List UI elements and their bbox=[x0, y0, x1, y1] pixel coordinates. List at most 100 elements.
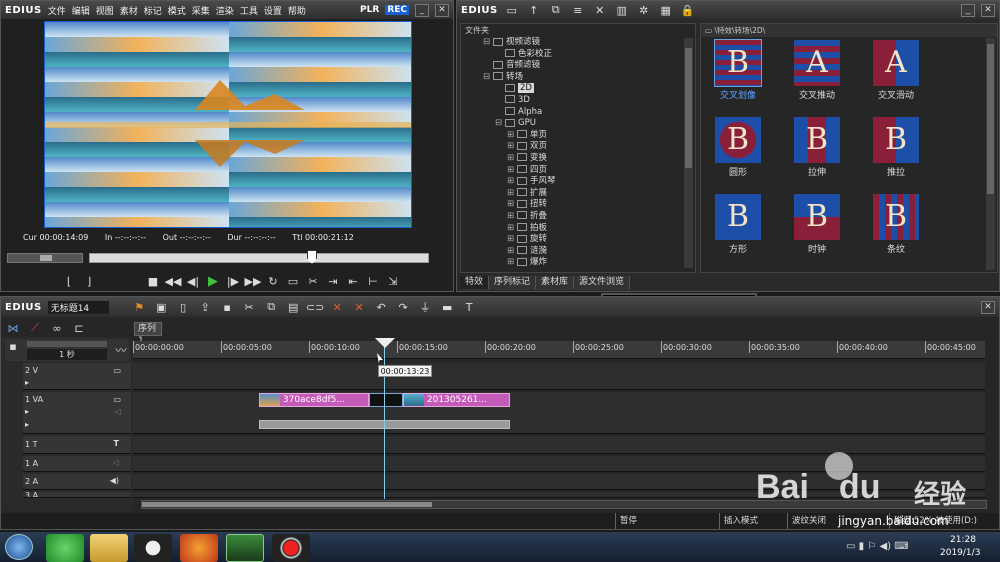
tree-item[interactable]: 色彩校正 bbox=[483, 49, 695, 61]
loop-icon[interactable]: ↻ bbox=[265, 274, 281, 288]
tree-item[interactable]: ⊞ 折叠 bbox=[483, 211, 695, 223]
insert-icon[interactable]: ⇥ bbox=[325, 274, 341, 288]
scissors-icon[interactable]: ✂ bbox=[305, 274, 321, 288]
tree-item[interactable]: ⊞ 爆炸 bbox=[483, 257, 695, 269]
zoom-value[interactable]: 1 秒 bbox=[27, 349, 107, 360]
effect-thumbnail[interactable]: B bbox=[714, 39, 762, 87]
copy-icon[interactable]: ⧉ bbox=[263, 300, 279, 314]
output-icon[interactable]: ▭ bbox=[285, 274, 301, 288]
properties-icon[interactable]: ▥ bbox=[614, 3, 630, 17]
text-icon[interactable]: T bbox=[461, 300, 477, 314]
paste-icon[interactable]: ▤ bbox=[285, 300, 301, 314]
track-va1[interactable]: 370ace8df5... 201305261... bbox=[133, 392, 985, 434]
tree-expander-icon[interactable]: ⊞ bbox=[507, 130, 517, 142]
tree-scrollbar[interactable] bbox=[684, 38, 693, 268]
tree-item[interactable]: 2D bbox=[483, 83, 695, 95]
tree-expander-icon[interactable]: ⊞ bbox=[507, 223, 517, 235]
clock-time[interactable]: 21:28 bbox=[950, 535, 976, 545]
effect-label[interactable]: 圆形 bbox=[703, 165, 773, 178]
library-tab[interactable]: 序列标记 bbox=[489, 276, 537, 289]
set-in-icon[interactable]: ⌊ bbox=[61, 274, 77, 288]
mode-icon[interactable]: ⚑ bbox=[131, 300, 147, 314]
grid-view-icon[interactable]: ▦ bbox=[658, 3, 674, 17]
track-header-va1[interactable]: 1 VA ▭ ▸ ◁ ▸ bbox=[23, 392, 131, 434]
tree-expander-icon[interactable]: ⊞ bbox=[507, 141, 517, 153]
menu-item[interactable]: 帮助 bbox=[288, 7, 306, 17]
export-icon[interactable]: ⇲ bbox=[385, 274, 401, 288]
effect-thumbnail[interactable]: B bbox=[715, 117, 761, 163]
jog-slider[interactable] bbox=[7, 253, 83, 263]
tree-item[interactable]: ⊞ 四页 bbox=[483, 165, 695, 177]
track-monitor-icon[interactable]: ▭ bbox=[113, 366, 121, 375]
start-button[interactable] bbox=[5, 534, 33, 560]
tree-item[interactable]: ⊞ 手风琴 bbox=[483, 176, 695, 188]
snap-icon[interactable]: ⟋ bbox=[27, 321, 43, 335]
menu-item[interactable]: 素材 bbox=[120, 7, 138, 17]
tree-item[interactable]: ⊞ 拍板 bbox=[483, 223, 695, 235]
effect-label[interactable]: 时钟 bbox=[782, 242, 852, 255]
rewind-icon[interactable]: ◀◀ bbox=[165, 274, 182, 288]
track-v2[interactable] bbox=[133, 363, 985, 390]
firefox-icon[interactable] bbox=[180, 534, 218, 562]
clip-2[interactable]: 201305261... bbox=[403, 393, 510, 407]
effect-label[interactable]: 交叉推动 bbox=[782, 88, 852, 101]
overwrite-icon[interactable]: ⇤ bbox=[345, 274, 361, 288]
tree-item[interactable]: ⊞ 双页 bbox=[483, 141, 695, 153]
track-header-v2[interactable]: 2 V ▭ ▸ bbox=[23, 363, 131, 390]
render-icon[interactable]: ▬ bbox=[439, 300, 455, 314]
effect-label[interactable]: 方形 bbox=[703, 242, 773, 255]
tree-item[interactable]: ⊟ GPU bbox=[483, 118, 695, 130]
rec-button[interactable]: REC bbox=[385, 5, 409, 15]
lock-icon[interactable]: 🔒 bbox=[680, 3, 696, 17]
tree-expander-icon[interactable]: ⊞ bbox=[507, 246, 517, 258]
fast-forward-icon[interactable]: ▶▶ bbox=[245, 274, 262, 288]
menu-item[interactable]: 文件 bbox=[48, 7, 66, 17]
waveform-icon[interactable]: 〰 bbox=[113, 343, 129, 357]
transition-marker[interactable] bbox=[369, 393, 403, 407]
tree-item[interactable]: ⊞ 扭转 bbox=[483, 199, 695, 211]
tree-item[interactable]: ⊟ 视频滤镜 bbox=[483, 37, 695, 49]
tree-expander-icon[interactable]: ⊞ bbox=[507, 199, 517, 211]
effect-thumbnail[interactable]: B bbox=[873, 117, 919, 163]
minimize-icon[interactable]: _ bbox=[415, 3, 429, 17]
group-icon[interactable]: ⊏ bbox=[71, 321, 87, 335]
effects-minimize-icon[interactable]: _ bbox=[961, 3, 975, 17]
tree-item[interactable]: Alpha bbox=[483, 107, 695, 119]
speaker-icon[interactable]: ◀) bbox=[110, 476, 119, 485]
tree-item[interactable]: ⊞ 变换 bbox=[483, 153, 695, 165]
menu-item[interactable]: 模式 bbox=[168, 7, 186, 17]
track-expand-icon[interactable]: ▸ bbox=[25, 378, 29, 387]
sequence-tab[interactable]: 序列1 bbox=[134, 322, 162, 346]
tree-item[interactable]: ⊞ 扩展 bbox=[483, 188, 695, 200]
menu-item[interactable]: 设置 bbox=[264, 7, 282, 17]
tree-expander-icon[interactable]: ⊞ bbox=[507, 176, 517, 188]
track-header-a1[interactable]: 1 A ◁ bbox=[23, 456, 131, 472]
track-monitor-icon[interactable]: ▭ bbox=[113, 395, 121, 404]
timeline-close-icon[interactable]: ✕ bbox=[981, 300, 995, 314]
effect-label[interactable]: 交叉划像 bbox=[703, 88, 773, 101]
tree-item[interactable]: ⊟ 转场 bbox=[483, 72, 695, 84]
tree-expander-icon[interactable]: ⊟ bbox=[483, 37, 493, 49]
ripple-delete-icon[interactable]: ✕ bbox=[351, 300, 367, 314]
set-out-icon[interactable]: ⌋ bbox=[81, 274, 97, 288]
library-tab[interactable]: 源文件浏览 bbox=[574, 276, 631, 289]
zoom-slider[interactable] bbox=[27, 341, 107, 347]
track-header-a2[interactable]: 2 A ◀) bbox=[23, 474, 131, 490]
marker-icon[interactable]: ⏚ bbox=[417, 300, 433, 314]
open-project-icon[interactable]: ⇪ bbox=[197, 300, 213, 314]
step-forward-icon[interactable]: |▶ bbox=[225, 274, 241, 288]
effect-label[interactable]: 条纹 bbox=[861, 242, 931, 255]
step-back-icon[interactable]: ◀| bbox=[185, 274, 201, 288]
position-scrubber[interactable] bbox=[89, 253, 429, 263]
effect-thumbnail[interactable]: B bbox=[873, 194, 919, 240]
up-folder-icon[interactable]: ↑ bbox=[526, 3, 542, 17]
effect-label[interactable]: 推拉 bbox=[861, 165, 931, 178]
menu-item[interactable]: 视图 bbox=[96, 7, 114, 17]
effect-label[interactable]: 交叉滑动 bbox=[861, 88, 931, 101]
tree-item[interactable]: ⊞ 涟漪 bbox=[483, 246, 695, 258]
timeline-ruler[interactable]: 00:00:00:00 00:00:05:00 00:00:10:00 00:00:1… bbox=[133, 341, 985, 359]
capture-icon[interactable]: ▣ bbox=[153, 300, 169, 314]
track-header-t1[interactable]: 1 T T bbox=[23, 436, 131, 454]
effect-thumbnail[interactable]: B bbox=[794, 117, 840, 163]
lock-track-icon[interactable]: ▪ bbox=[5, 339, 21, 353]
